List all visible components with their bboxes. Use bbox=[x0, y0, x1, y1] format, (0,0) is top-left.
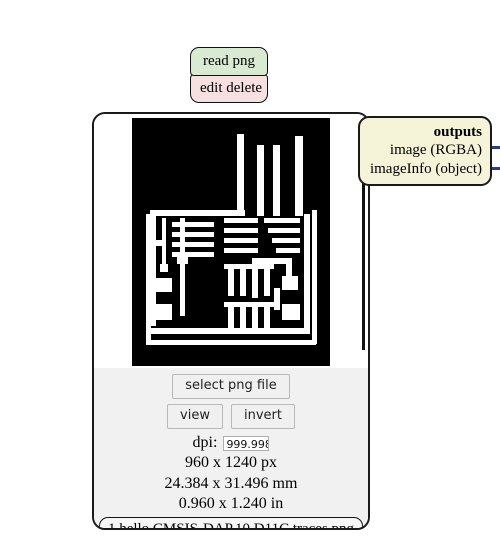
output-anchor-line bbox=[362, 180, 365, 350]
image-metadata: dpi: 999.998 960 x 1240 px 24.384 x 31.4… bbox=[94, 430, 368, 515]
node-controls: select png file view invert bbox=[94, 368, 368, 431]
filename-row: 1.hello.CMSIS-DAP.10.D11C.traces.png bbox=[94, 514, 368, 528]
invert-button[interactable]: invert bbox=[230, 403, 295, 429]
size-millimeters: 24.384 x 31.496 mm bbox=[164, 474, 298, 492]
png-preview-area[interactable] bbox=[94, 114, 368, 368]
edit-delete-button[interactable]: edit delete bbox=[190, 74, 268, 104]
node-editor-canvas: read png edit delete select png file vie… bbox=[0, 0, 500, 536]
view-invert-row: view invert bbox=[167, 403, 295, 429]
outputs-title: outputs bbox=[433, 124, 482, 140]
view-button[interactable]: view bbox=[167, 403, 223, 429]
png-preview-image[interactable] bbox=[132, 118, 330, 366]
size-pixels: 960 x 1240 px bbox=[185, 454, 277, 472]
read-png-node[interactable]: select png file view invert dpi: 999.998… bbox=[92, 112, 370, 530]
outputs-panel[interactable]: outputs image (RGBA) imageInfo (object) bbox=[358, 116, 492, 186]
output-port-image-rgba[interactable]: image (RGBA) bbox=[366, 141, 482, 159]
dpi-input[interactable]: 999.998 bbox=[223, 435, 270, 451]
node-action-pills: read png edit delete bbox=[190, 47, 268, 104]
dpi-row: dpi: 999.998 bbox=[94, 433, 368, 453]
size-inches: 0.960 x 1.240 in bbox=[178, 495, 284, 513]
read-png-button[interactable]: read png bbox=[190, 47, 268, 76]
select-png-file-button[interactable]: select png file bbox=[172, 374, 290, 399]
dpi-label: dpi: bbox=[192, 433, 218, 451]
filename-label[interactable]: 1.hello.CMSIS-DAP.10.D11C.traces.png bbox=[98, 516, 364, 528]
output-port-image-info[interactable]: imageInfo (object) bbox=[366, 160, 482, 178]
